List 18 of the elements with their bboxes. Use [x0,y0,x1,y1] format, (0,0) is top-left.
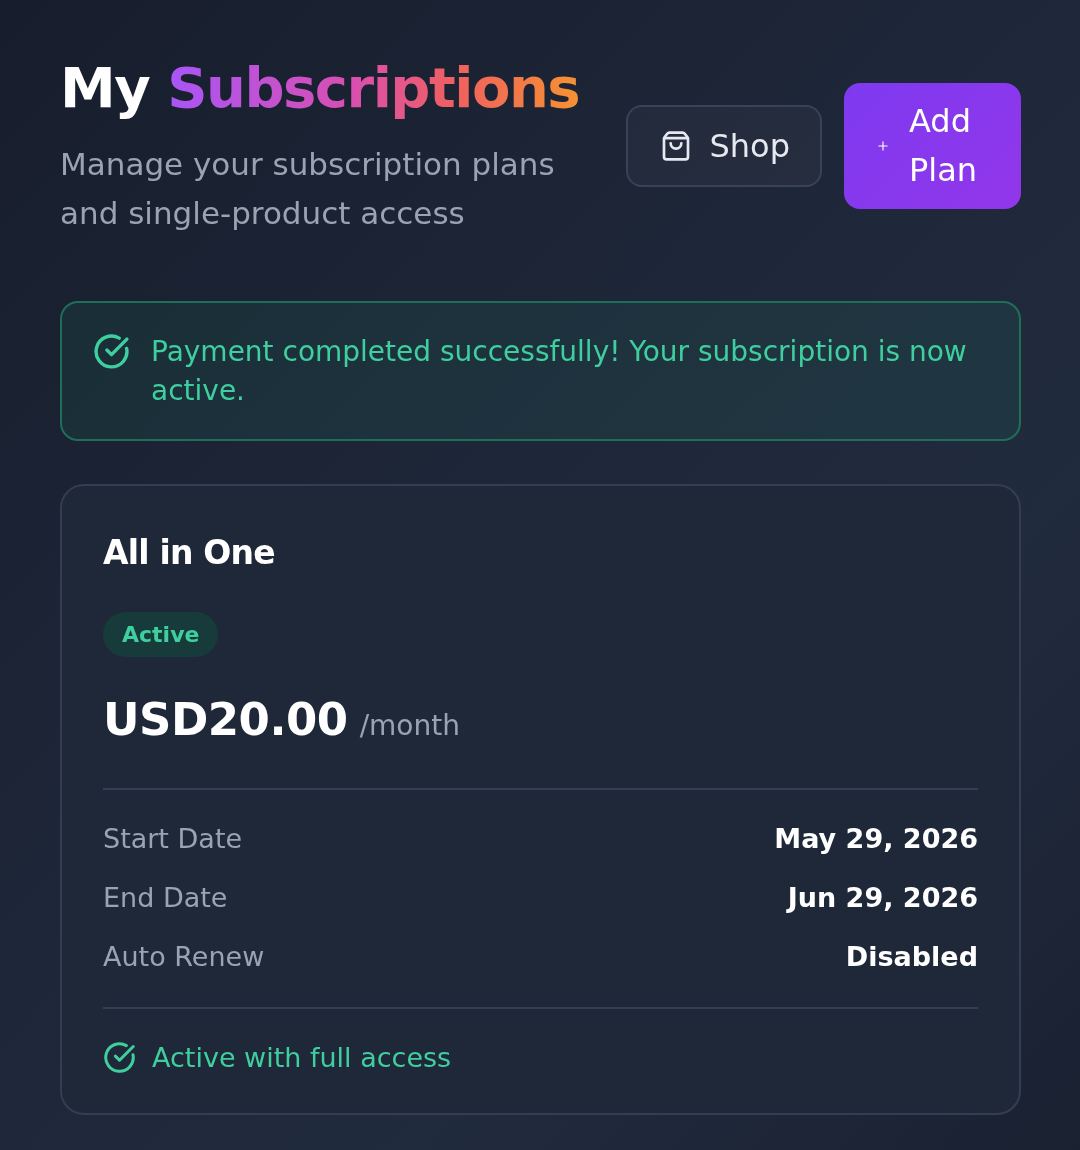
check-circle-icon [103,1040,136,1074]
shop-button[interactable]: Shop [625,104,822,187]
detail-label: Auto Renew [103,940,265,972]
plus-icon [876,138,890,153]
page-subtitle: Manage your subscription plans and single-product access [60,145,556,233]
check-circle-icon [93,333,130,370]
add-plan-button[interactable]: Add Plan [844,82,1021,209]
billing-period: /month [359,709,460,742]
detail-value: Jun 29, 2026 [787,881,978,913]
status-badge: Active [103,612,219,657]
access-status-text: Active with full access [152,1041,452,1073]
detail-label: Start Date [103,822,243,854]
detail-value: Disabled [845,940,978,972]
detail-label: End Date [103,881,228,913]
plan-name: All in One [103,532,276,574]
plan-price: USD20.00 [103,692,348,748]
detail-value: May 29, 2026 [774,822,978,854]
alert-message: Payment completed successfully! Your subscription is now active. [151,334,968,409]
